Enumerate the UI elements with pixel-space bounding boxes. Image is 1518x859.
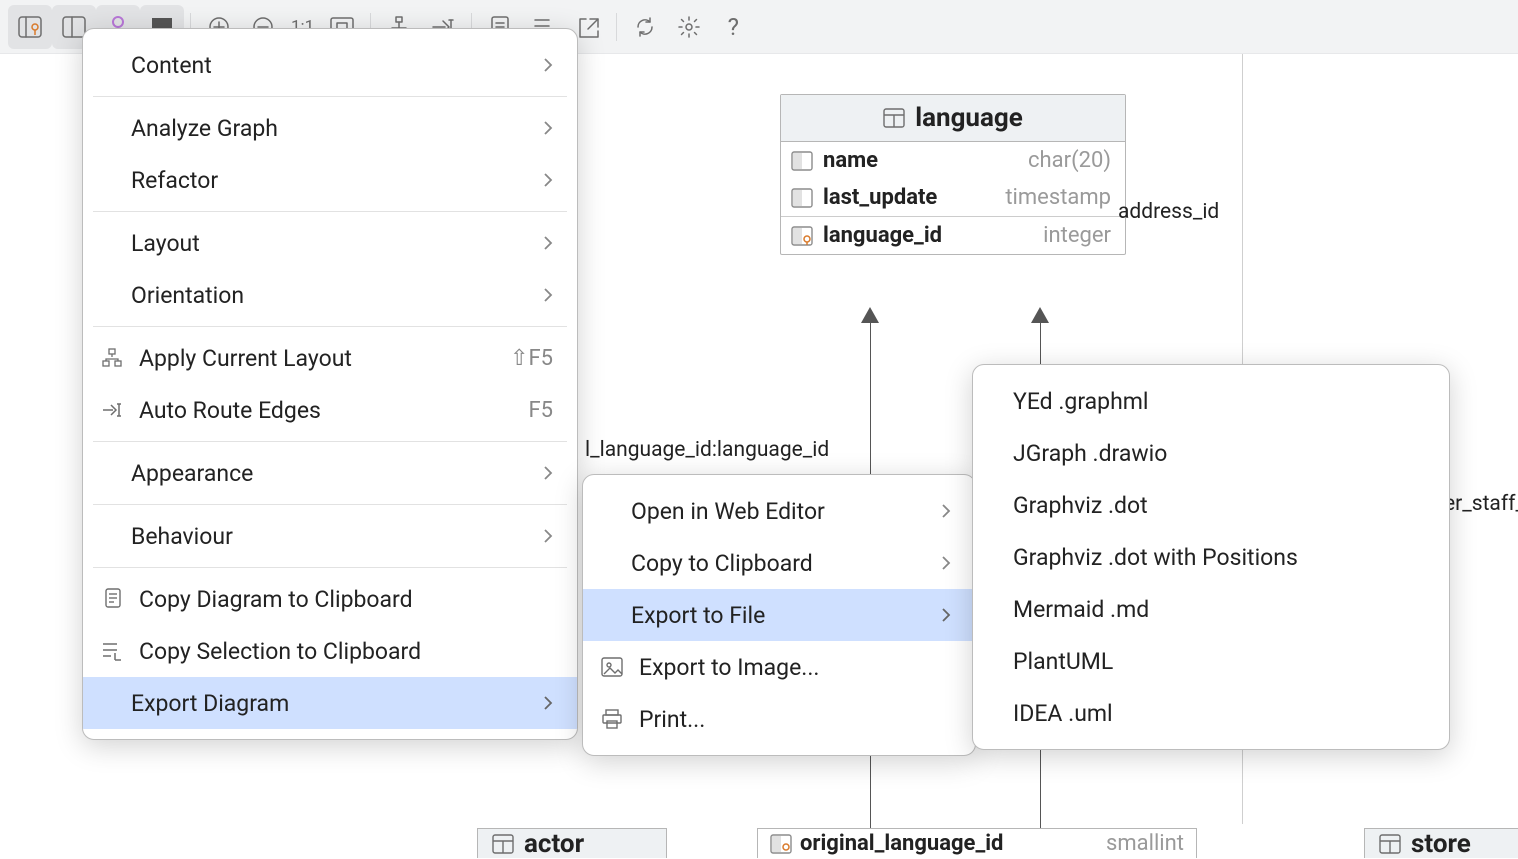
column-icon — [791, 151, 813, 171]
menu-item-appearance[interactable]: Appearance — [83, 447, 577, 499]
context-menu: Content Analyze Graph Refactor Layout Or… — [82, 28, 578, 740]
chevron-right-icon — [543, 235, 553, 251]
column-type: integer — [1043, 223, 1111, 248]
menu-item-export-file[interactable]: Export to File — [583, 589, 975, 641]
menu-separator — [93, 504, 567, 505]
separator — [616, 13, 617, 41]
chevron-right-icon — [543, 287, 553, 303]
menu-item-plantuml[interactable]: PlantUML — [973, 635, 1449, 687]
menu-separator — [93, 567, 567, 568]
column-name: last_update — [823, 185, 937, 210]
menu-item-copy-clipboard[interactable]: Copy to Clipboard — [583, 537, 975, 589]
menu-separator — [93, 326, 567, 327]
entity-actor[interactable]: actor — [477, 828, 667, 858]
chevron-right-icon — [543, 465, 553, 481]
chevron-right-icon — [543, 172, 553, 188]
chevron-right-icon — [941, 503, 951, 519]
export-file-submenu: YEd .graphml JGraph .drawio Graphviz .do… — [972, 364, 1450, 750]
export-submenu: Open in Web Editor Copy to Clipboard Exp… — [582, 474, 976, 756]
fk-label-address: address_id — [1118, 200, 1219, 224]
chevron-right-icon — [941, 555, 951, 571]
column-row[interactable]: name char(20) — [781, 142, 1125, 179]
menu-item-export-diagram[interactable]: Export Diagram — [83, 677, 577, 729]
column-name: language_id — [823, 223, 942, 248]
print-icon — [597, 704, 627, 734]
help-icon[interactable]: ? — [711, 5, 755, 49]
entity-store[interactable]: store — [1364, 828, 1518, 858]
menu-separator — [93, 211, 567, 212]
menu-item-export-image[interactable]: Export to Image... — [583, 641, 975, 693]
arrow-icon — [861, 307, 879, 323]
menu-item-apply-layout[interactable]: Apply Current Layout ⇧F5 — [83, 332, 577, 384]
menu-item-print[interactable]: Print... — [583, 693, 975, 745]
fk-label: l_language_id:language_id — [585, 438, 829, 462]
shortcut: ⇧F5 — [510, 346, 553, 371]
route-icon — [97, 395, 127, 425]
entity-title: store — [1411, 829, 1471, 859]
menu-item-copy-selection[interactable]: Copy Selection to Clipboard — [83, 625, 577, 677]
entity-language[interactable]: language name char(20) last_update times… — [780, 94, 1126, 255]
column-type: char(20) — [1028, 148, 1111, 173]
menu-item-orientation[interactable]: Orientation — [83, 269, 577, 321]
menu-item-mermaid[interactable]: Mermaid .md — [973, 583, 1449, 635]
entity-title: actor — [524, 829, 584, 859]
shortcut: F5 — [528, 398, 553, 423]
tree-icon — [97, 343, 127, 373]
refresh-icon[interactable] — [623, 5, 667, 49]
copy-selection-icon — [97, 636, 127, 666]
chevron-right-icon — [543, 695, 553, 711]
entity-header: language — [781, 95, 1125, 142]
table-icon — [883, 108, 905, 128]
menu-item-open-web[interactable]: Open in Web Editor — [583, 485, 975, 537]
pk-column-icon — [791, 226, 813, 246]
menu-separator — [93, 96, 567, 97]
table-icon — [1379, 834, 1401, 854]
chevron-right-icon — [543, 528, 553, 544]
menu-item-analyze[interactable]: Analyze Graph — [83, 102, 577, 154]
column-icon — [791, 188, 813, 208]
fk-column-icon — [770, 834, 792, 854]
menu-item-layout[interactable]: Layout — [83, 217, 577, 269]
entity-film-column[interactable]: original_language_id smallint — [757, 828, 1197, 858]
menu-item-copy-diagram[interactable]: Copy Diagram to Clipboard — [83, 573, 577, 625]
menu-item-behaviour[interactable]: Behaviour — [83, 510, 577, 562]
entity-title: language — [915, 103, 1023, 133]
chevron-right-icon — [543, 57, 553, 73]
menu-item-yed[interactable]: YEd .graphml — [973, 375, 1449, 427]
column-name: original_language_id — [800, 831, 1003, 856]
menu-item-route-edges[interactable]: Auto Route Edges F5 — [83, 384, 577, 436]
menu-item-refactor[interactable]: Refactor — [83, 154, 577, 206]
settings-icon[interactable] — [667, 5, 711, 49]
menu-item-content[interactable]: Content — [83, 39, 577, 91]
menu-item-idea-uml[interactable]: IDEA .uml — [973, 687, 1449, 739]
column-name: name — [823, 148, 878, 173]
menu-separator — [93, 441, 567, 442]
column-row[interactable]: last_update timestamp — [781, 179, 1125, 216]
fk-label-staff: er_staff_ — [1444, 492, 1518, 516]
menu-item-graphviz-pos[interactable]: Graphviz .dot with Positions — [973, 531, 1449, 583]
menu-item-jgraph[interactable]: JGraph .drawio — [973, 427, 1449, 479]
chevron-right-icon — [543, 120, 553, 136]
table-icon — [492, 834, 514, 854]
menu-item-graphviz-dot[interactable]: Graphviz .dot — [973, 479, 1449, 531]
chevron-right-icon — [941, 607, 951, 623]
arrow-icon — [1031, 307, 1049, 323]
copy-icon — [97, 584, 127, 614]
toggle-panel-left-icon[interactable] — [8, 5, 52, 49]
image-icon — [597, 652, 627, 682]
column-type: timestamp — [1005, 185, 1111, 210]
column-type: smallint — [1106, 831, 1184, 856]
column-row-pk[interactable]: language_id integer — [781, 216, 1125, 254]
